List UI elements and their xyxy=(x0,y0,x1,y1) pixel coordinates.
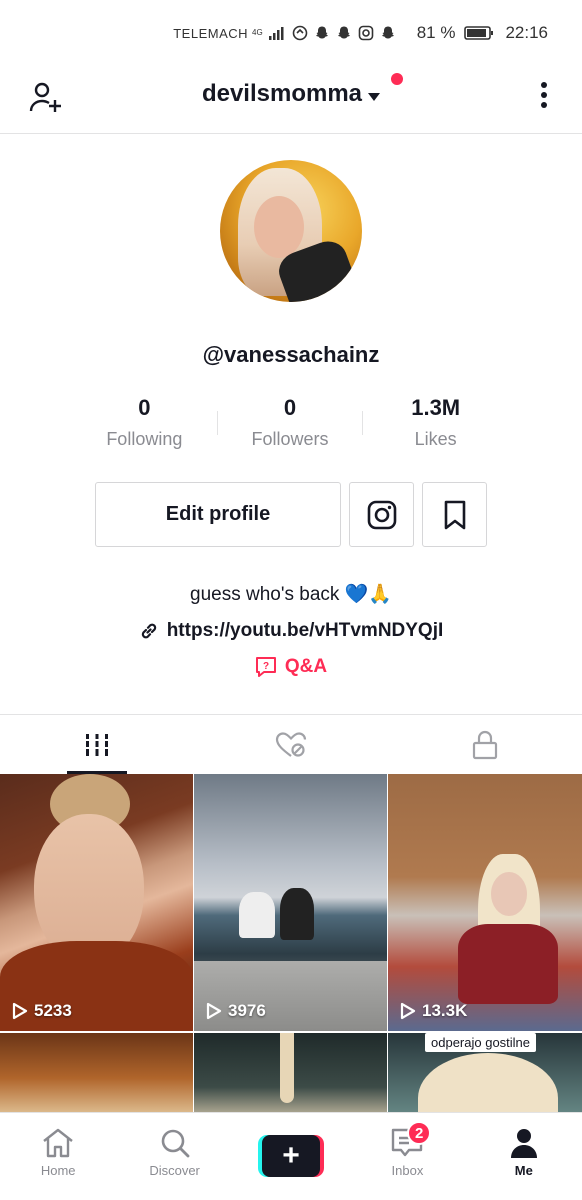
play-icon xyxy=(12,1002,28,1020)
video-grid: 5233 3976 13.3K odperajo gostilne xyxy=(0,774,582,1123)
view-count: 3976 xyxy=(206,1001,266,1021)
edit-profile-button[interactable]: Edit profile xyxy=(95,482,341,547)
username: devilsmomma xyxy=(201,80,363,107)
stat-following[interactable]: 0 Following xyxy=(72,395,217,455)
profile-stats: 0 Following 0 Followers 1.3M Likes xyxy=(72,395,508,455)
qa-link[interactable]: ? Q&A xyxy=(0,656,582,678)
profile-link-text: https://youtu.be/vHTvmNDYQjI xyxy=(166,620,444,641)
video-thumbnail[interactable]: odperajo gostilne xyxy=(388,1033,582,1123)
tab-liked[interactable] xyxy=(194,715,388,774)
account-switcher[interactable]: devilsmomma xyxy=(0,80,582,108)
inbox-badge: 2 xyxy=(407,1121,432,1145)
nav-home[interactable]: Home xyxy=(0,1113,116,1200)
tab-videos[interactable] xyxy=(0,715,194,774)
nav-label: Inbox xyxy=(391,1163,424,1178)
status-bar: TELEMACH 4G 81 % 22:16 xyxy=(0,0,582,66)
instagram-button[interactable] xyxy=(349,482,414,547)
stat-value: 0 xyxy=(138,395,151,420)
profile-icon xyxy=(510,1129,537,1158)
profile-handle: @vanessachainz xyxy=(202,342,380,367)
link-icon xyxy=(141,623,156,639)
battery-percent: 81 % xyxy=(416,23,456,42)
liked-hidden-icon xyxy=(275,731,307,757)
lock-icon xyxy=(472,730,498,759)
snapchat-icon-3 xyxy=(380,25,396,41)
signal-icon xyxy=(268,26,286,40)
stat-label: Following xyxy=(106,429,183,449)
video-thumbnail[interactable]: 3976 xyxy=(194,774,387,1031)
video-thumbnail[interactable] xyxy=(0,1033,193,1123)
instagram-icon xyxy=(367,500,396,529)
bottom-nav: Home Discover + 2 Inbox Me xyxy=(0,1112,582,1200)
video-thumbnail[interactable] xyxy=(194,1033,387,1123)
create-icon: + xyxy=(258,1135,325,1177)
carrier-name: TELEMACH xyxy=(173,25,249,41)
caret-down-icon xyxy=(368,92,381,101)
more-options-button[interactable] xyxy=(532,80,556,110)
question-bubble-icon: ? xyxy=(255,657,276,677)
profile-bio: guess who's back 💙🙏 xyxy=(190,584,392,605)
videos-grid-icon xyxy=(84,733,110,756)
battery-icon xyxy=(464,25,494,41)
stat-value: 0 xyxy=(283,395,297,420)
view-count: 13.3K xyxy=(400,1001,467,1021)
home-icon xyxy=(43,1128,73,1158)
stat-label: Likes xyxy=(414,429,457,449)
snapchat-icon xyxy=(314,25,330,41)
video-caption: odperajo gostilne xyxy=(425,1033,537,1052)
bookmark-icon xyxy=(444,500,465,529)
nav-label: Me xyxy=(514,1163,533,1178)
notification-dot xyxy=(391,73,403,85)
svg-text:?: ? xyxy=(263,661,269,672)
favorites-button[interactable] xyxy=(422,482,487,547)
clock: 22:16 xyxy=(505,23,548,42)
instagram-notify-icon xyxy=(358,25,374,41)
video-thumbnail[interactable]: 13.3K xyxy=(388,774,582,1031)
content-tabs xyxy=(0,714,582,774)
nav-create[interactable]: + xyxy=(233,1113,349,1200)
nav-label: Discover xyxy=(149,1163,200,1178)
snapchat-icon-2 xyxy=(336,25,352,41)
network-type: 4G xyxy=(252,28,263,37)
nav-discover[interactable]: Discover xyxy=(116,1113,232,1200)
profile-link[interactable]: https://youtu.be/vHTvmNDYQjI xyxy=(0,620,582,642)
view-count: 5233 xyxy=(12,1001,72,1021)
nav-me[interactable]: Me xyxy=(466,1113,582,1200)
nav-inbox[interactable]: 2 Inbox xyxy=(349,1113,465,1200)
stat-likes[interactable]: 1.3M Likes xyxy=(363,395,508,455)
play-icon xyxy=(206,1002,222,1020)
qa-label: Q&A xyxy=(284,656,328,677)
nav-label: Home xyxy=(40,1163,76,1178)
video-thumbnail[interactable]: 5233 xyxy=(0,774,193,1031)
avatar[interactable] xyxy=(220,160,362,302)
stat-label: Followers xyxy=(251,429,329,449)
stat-followers[interactable]: 0 Followers xyxy=(218,395,363,455)
profile-header: devilsmomma xyxy=(0,66,582,134)
sync-icon xyxy=(292,25,308,41)
search-icon xyxy=(161,1129,190,1158)
play-icon xyxy=(400,1002,416,1020)
tab-private[interactable] xyxy=(388,715,582,774)
more-vertical-icon xyxy=(541,82,547,88)
stat-value: 1.3M xyxy=(411,395,461,420)
